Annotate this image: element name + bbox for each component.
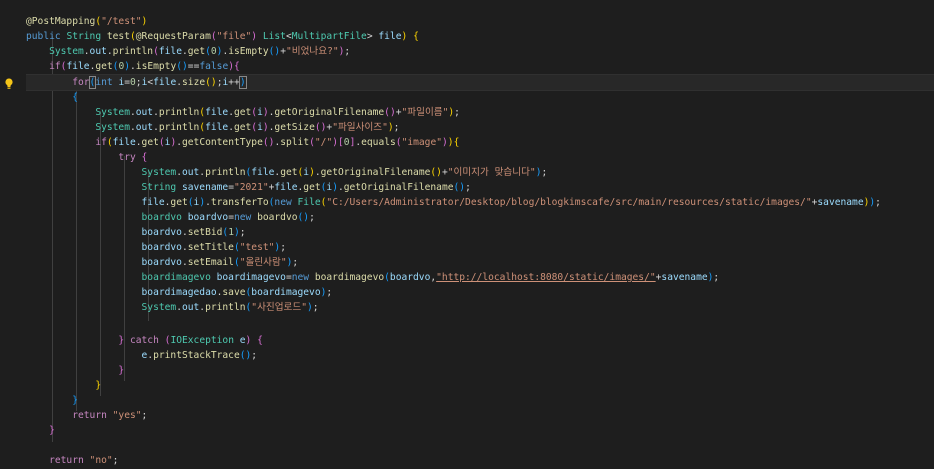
code-line-10[interactable]: try {: [26, 150, 147, 165]
string-literal: "/test": [101, 16, 142, 27]
code-line-13[interactable]: file.get(i).transferTo(new File("C:/User…: [26, 195, 881, 210]
code-line-3[interactable]: System.out.println(file.get(0).isEmpty()…: [26, 44, 350, 59]
code-line-2[interactable]: public String test(@RequestParam("file")…: [26, 29, 419, 44]
code-line-20[interactable]: System.out.println("사진업로드");: [26, 300, 319, 315]
code-line-7[interactable]: System.out.println(file.get(i).getOrigin…: [26, 105, 460, 120]
code-line-16[interactable]: boardvo.setTitle("test");: [26, 240, 286, 255]
code-editor[interactable]: @PostMapping("/test") public String test…: [0, 0, 934, 469]
url-link[interactable]: "http://localhost:8080/static/images/": [436, 272, 656, 283]
code-line-6[interactable]: {: [26, 90, 78, 105]
code-line-5-current[interactable]: for(int i=0;i<file.size();i++): [26, 74, 934, 91]
code-line-9[interactable]: if(file.get(i).getContentType().split("/…: [26, 135, 459, 150]
code-line-24[interactable]: }: [26, 363, 124, 378]
code-line-18[interactable]: boardimagevo boardimagevo=new boardimage…: [26, 270, 720, 285]
code-line-15[interactable]: boardvo.setBid(1);: [26, 225, 246, 240]
code-line-22[interactable]: } catch (IOException e) {: [26, 333, 262, 348]
annotation-name: @PostMapping: [26, 16, 96, 27]
code-area[interactable]: @PostMapping("/test") public String test…: [26, 0, 934, 469]
code-line-27[interactable]: return "yes";: [26, 408, 147, 423]
code-line-26[interactable]: }: [26, 393, 78, 408]
code-line-17[interactable]: boardvo.setEmail("올린사람");: [26, 255, 299, 270]
code-line-11[interactable]: System.out.println(file.get(i).getOrigin…: [26, 165, 548, 180]
code-line-14[interactable]: boardvo boardvo=new boardvo();: [26, 210, 315, 225]
code-line-1[interactable]: @PostMapping("/test"): [26, 14, 147, 29]
code-line-23[interactable]: e.printStackTrace();: [26, 348, 258, 363]
code-line-12[interactable]: String savename="2021"+file.get(i).getOr…: [26, 180, 471, 195]
code-line-19[interactable]: boardimagedao.save(boardimagevo);: [26, 285, 333, 300]
code-line-4[interactable]: if(file.get(0).isEmpty()==false){: [26, 59, 240, 74]
code-line-28[interactable]: }: [26, 423, 55, 438]
editor-gutter: [0, 0, 26, 469]
code-line-8[interactable]: System.out.println(file.get(i).getSize()…: [26, 120, 399, 135]
lightbulb-icon[interactable]: [4, 78, 14, 90]
code-line-30[interactable]: return "no";: [26, 453, 118, 468]
code-line-25[interactable]: }: [26, 378, 101, 393]
